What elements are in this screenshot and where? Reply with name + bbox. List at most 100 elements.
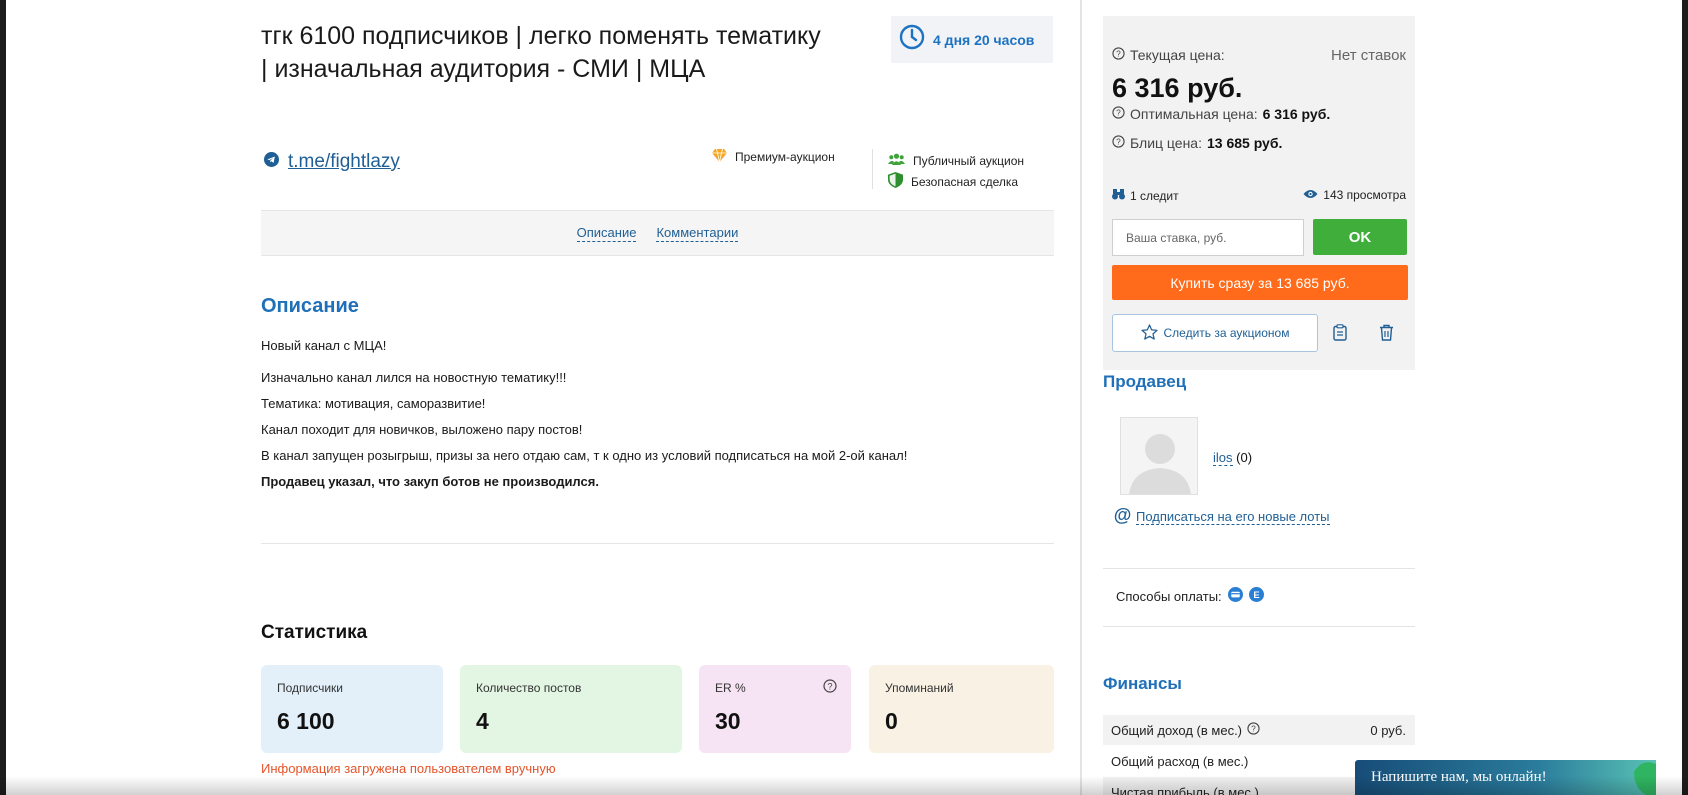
seller-heading: Продавец bbox=[1103, 372, 1187, 391]
place-bid-button[interactable]: OK bbox=[1313, 219, 1407, 255]
auction-badges: Публичный аукцион Безопасная сделка bbox=[888, 150, 1024, 192]
seller-name-row: ilos (0) bbox=[1213, 450, 1253, 466]
svg-text:@: @ bbox=[1114, 506, 1132, 525]
seller-divider bbox=[1103, 568, 1415, 569]
bid-input[interactable] bbox=[1112, 219, 1304, 256]
lot-tabs: Описание Комментарии bbox=[261, 210, 1054, 256]
payment-divider bbox=[1103, 626, 1415, 627]
badge-divider bbox=[872, 149, 873, 189]
description-paragraph: Канал походит для новичков, выложено пар… bbox=[261, 422, 583, 437]
stat-card-posts: Количество постов 4 bbox=[460, 665, 682, 753]
stat-card-mentions: Упоминаний 0 bbox=[869, 665, 1054, 753]
time-left-badge: 4 дня 20 часов bbox=[891, 16, 1053, 63]
chat-widget[interactable]: Напишите нам, мы онлайн! bbox=[1355, 760, 1656, 795]
seller-rating: (0) bbox=[1236, 450, 1253, 465]
bots-note: Продавец указал, что закуп ботов не прои… bbox=[261, 474, 599, 489]
stats-heading: Статистика bbox=[261, 622, 368, 643]
stat-card-er: ER % 30 ? bbox=[699, 665, 851, 753]
description-paragraph: Изначально канал лился на новостную тема… bbox=[261, 370, 567, 385]
clock-icon bbox=[899, 24, 925, 55]
seller-avatar[interactable] bbox=[1120, 417, 1198, 495]
tab-comments[interactable]: Комментарии bbox=[656, 225, 739, 242]
safe-deal-label: Безопасная сделка bbox=[911, 174, 1019, 189]
finance-label: Чистая прибыль (в мес.) bbox=[1111, 784, 1259, 795]
stat-label: Количество постов bbox=[476, 681, 582, 695]
svg-text:?: ? bbox=[1116, 137, 1121, 147]
help-icon[interactable]: ? bbox=[1112, 106, 1125, 122]
current-price-label: Текущая цена: bbox=[1130, 47, 1225, 63]
tab-description[interactable]: Описание bbox=[576, 225, 637, 242]
current-price: 6 316 руб. bbox=[1112, 73, 1243, 103]
public-auction-label: Публичный аукцион bbox=[913, 153, 1025, 168]
trash-icon[interactable] bbox=[1374, 320, 1398, 344]
finance-label: Общий доход (в мес.) bbox=[1111, 722, 1243, 738]
shield-icon bbox=[888, 172, 903, 191]
time-left-text: 4 дня 20 часов bbox=[933, 31, 1035, 48]
blitz-price-value: 13 685 руб. bbox=[1206, 135, 1283, 151]
description-paragraph: В канал запущен розыгрыш, призы за него … bbox=[261, 448, 908, 463]
subscribe-row: @ Подписаться на его новые лоты bbox=[1113, 505, 1330, 528]
description-heading: Описание bbox=[261, 295, 359, 317]
binoculars-icon bbox=[1112, 188, 1125, 203]
help-icon[interactable]: ? bbox=[1112, 47, 1125, 63]
finance-label: Общий расход (в мес.) bbox=[1111, 753, 1249, 769]
stat-label: Упоминаний bbox=[885, 681, 954, 695]
stats-note: Информация загружена пользователем вручн… bbox=[261, 761, 556, 776]
clipboard-icon[interactable] bbox=[1328, 320, 1352, 344]
description-paragraph: Новый канал с МЦА! bbox=[261, 338, 387, 353]
e-money-icon: E bbox=[1248, 587, 1264, 605]
followers-text: 1 следит bbox=[1130, 188, 1179, 203]
card-payment-icon bbox=[1227, 587, 1243, 605]
optimal-price-value: 6 316 руб. bbox=[1262, 106, 1331, 122]
watch-auction-label: Следить за аукционом bbox=[1163, 326, 1290, 340]
channel-link[interactable]: t.me/fightlazy bbox=[288, 151, 400, 173]
help-icon[interactable]: ? bbox=[823, 679, 837, 698]
finance-row-income: Общий доход (в мес.) ? 0 руб. bbox=[1103, 715, 1415, 745]
followers-count: 1 следит bbox=[1112, 188, 1179, 203]
at-sign-icon: @ bbox=[1113, 505, 1132, 528]
help-icon[interactable]: ? bbox=[1247, 722, 1260, 738]
stat-value: 30 bbox=[715, 708, 741, 734]
buy-now-button[interactable]: Купить сразу за 13 685 руб. bbox=[1112, 265, 1408, 300]
svg-text:?: ? bbox=[827, 681, 832, 691]
users-icon bbox=[888, 153, 905, 169]
svg-text:E: E bbox=[1253, 590, 1259, 600]
help-icon[interactable]: ? bbox=[1112, 135, 1125, 151]
svg-text:?: ? bbox=[1116, 108, 1121, 118]
premium-badge-label: Премиум-аукцион bbox=[735, 150, 835, 164]
premium-badge: Премиум-аукцион bbox=[712, 148, 835, 165]
leaf-icon bbox=[1632, 760, 1656, 795]
blitz-price-label: Блиц цена: bbox=[1130, 135, 1202, 151]
description-paragraph: Тематика: мотивация, саморазвитие! bbox=[261, 396, 486, 411]
section-divider bbox=[261, 543, 1054, 544]
stat-label: ER % bbox=[715, 681, 746, 695]
svg-text:?: ? bbox=[1251, 724, 1256, 734]
stat-value: 6 100 bbox=[277, 708, 335, 734]
channel-link-row: t.me/fightlazy bbox=[264, 151, 400, 173]
star-icon bbox=[1140, 323, 1158, 343]
stat-card-subscribers: Подписчики 6 100 bbox=[261, 665, 443, 753]
chat-widget-label: Напишите нам, мы онлайн! bbox=[1371, 769, 1547, 785]
finance-value: 0 руб. bbox=[1370, 722, 1406, 738]
svg-text:?: ? bbox=[1116, 49, 1121, 59]
telegram-icon bbox=[264, 152, 279, 172]
optimal-price-label: Оптимальная цена: bbox=[1130, 106, 1258, 122]
price-box: ? Текущая цена: Нет ставок 6 316 руб. ? … bbox=[1103, 16, 1415, 370]
lot-main-column: тгк 6100 подписчиков | легко поменять те… bbox=[261, 0, 1054, 795]
eye-icon bbox=[1303, 188, 1318, 202]
blitz-price-row: ? Блиц цена: 13 685 руб. bbox=[1112, 135, 1282, 151]
window-frame-right bbox=[1682, 0, 1688, 795]
payment-methods-row: Способы оплаты: E bbox=[1116, 587, 1264, 605]
subscribe-new-lots-link[interactable]: Подписаться на его новые лоты bbox=[1136, 509, 1330, 525]
stat-value: 4 bbox=[476, 708, 489, 734]
views-text: 143 просмотра bbox=[1323, 188, 1406, 202]
seller-name-link[interactable]: ilos bbox=[1213, 450, 1233, 466]
finance-heading: Финансы bbox=[1103, 674, 1182, 693]
optimal-price-row: ? Оптимальная цена: 6 316 руб. bbox=[1112, 106, 1330, 122]
watch-auction-button[interactable]: Следить за аукционом bbox=[1112, 314, 1318, 352]
stat-label: Подписчики bbox=[277, 681, 344, 695]
description-body: Новый канал с МЦА! Изначально канал лилс… bbox=[261, 338, 1054, 500]
no-bids-text: Нет ставок bbox=[1331, 47, 1406, 64]
lot-title: тгк 6100 подписчиков | легко поменять те… bbox=[261, 22, 821, 83]
views-count: 143 просмотра bbox=[1303, 188, 1406, 202]
